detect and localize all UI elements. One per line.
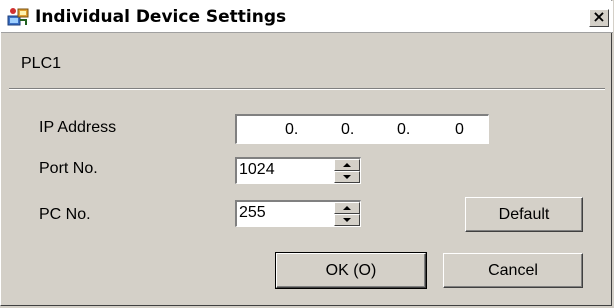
pc-no-input[interactable] [239, 203, 329, 223]
device-settings-dialog: Individual Device Settings × PLC1 IP Add… [0, 0, 613, 306]
arrow-up-icon [343, 163, 351, 167]
pc-no-increment-button[interactable] [334, 202, 360, 214]
port-no-input[interactable] [239, 160, 329, 180]
close-button[interactable]: × [589, 9, 609, 27]
cancel-button[interactable]: Cancel [443, 253, 583, 288]
ok-button-label: OK (O) [325, 262, 377, 279]
arrow-up-icon [343, 206, 351, 210]
ip-address-label: IP Address [39, 119, 117, 136]
ip-octet-4[interactable]: 0 [455, 121, 464, 139]
pc-no-spinbox [235, 200, 361, 227]
pc-no-label: PC No. [39, 206, 91, 223]
cancel-button-label: Cancel [488, 262, 538, 279]
default-button-label: Default [498, 206, 550, 223]
pc-no-decrement-button[interactable] [334, 214, 360, 226]
ok-button[interactable]: OK (O) [275, 252, 427, 289]
device-name-label: PLC1 [21, 55, 62, 72]
ip-address-input[interactable]: 0. 0. 0. 0 [235, 114, 489, 144]
port-no-increment-button[interactable] [334, 159, 360, 171]
title-bar[interactable]: Individual Device Settings × [1, 1, 613, 33]
arrow-down-icon [343, 175, 351, 179]
default-button[interactable]: Default [465, 197, 583, 232]
arrow-down-icon [343, 218, 351, 222]
dialog-title: Individual Device Settings [35, 7, 287, 27]
separator-highlight [9, 89, 605, 90]
ip-octet-3[interactable]: 0. [397, 121, 410, 139]
close-icon: × [592, 7, 606, 26]
pc-no-spinner [334, 202, 360, 226]
ip-octet-1[interactable]: 0. [285, 121, 298, 139]
ip-octet-2[interactable]: 0. [341, 121, 354, 139]
network-devices-icon [7, 8, 29, 26]
port-no-spinbox [235, 157, 361, 184]
port-no-label: Port No. [39, 160, 98, 177]
port-no-decrement-button[interactable] [334, 171, 360, 183]
port-no-spinner [334, 159, 360, 183]
